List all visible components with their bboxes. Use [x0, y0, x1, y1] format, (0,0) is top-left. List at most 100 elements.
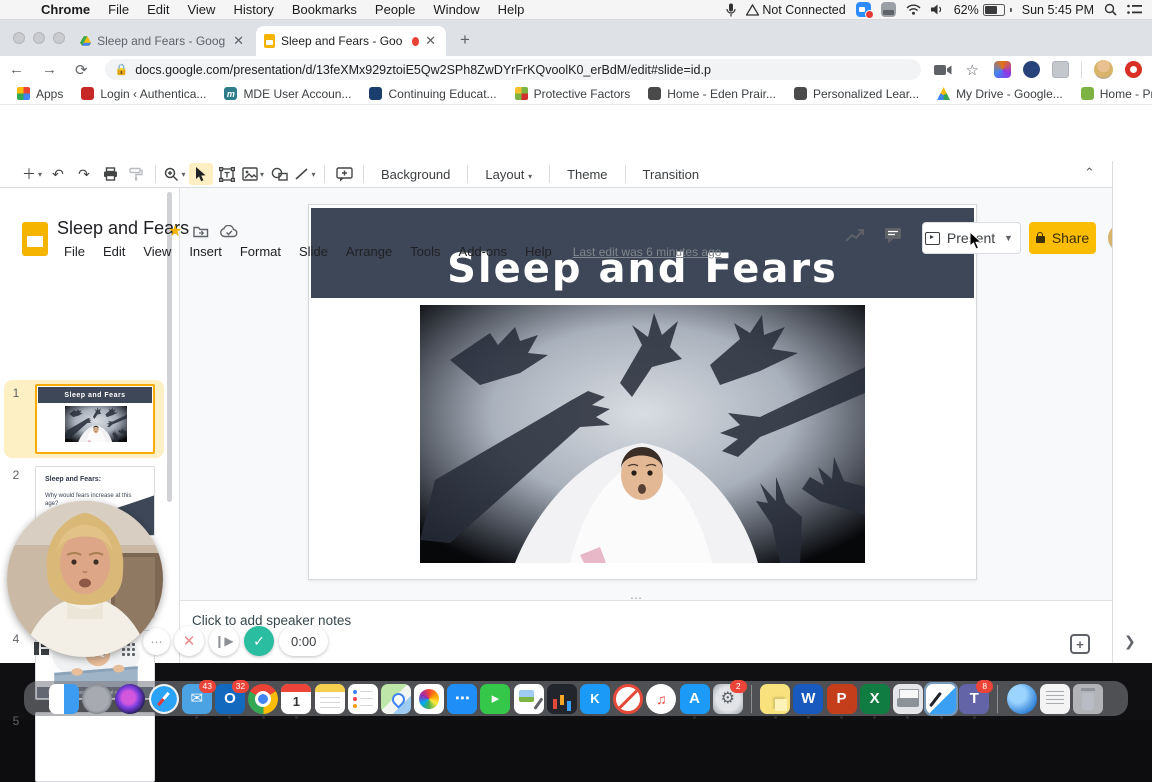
layout-button[interactable]: Layout ▾ [475, 167, 542, 182]
dock-keynote-icon[interactable]: K [580, 683, 610, 714]
slide-image-child-fears[interactable] [420, 305, 865, 563]
insert-comment-button[interactable] [332, 163, 356, 185]
app-menu-tools[interactable]: Tools [403, 243, 447, 260]
redo-button[interactable]: ↷ [72, 163, 96, 185]
bookmark-apps[interactable]: Apps [8, 87, 72, 101]
zoom-app-status-icon[interactable] [855, 2, 874, 19]
notification-center-icon[interactable] [1127, 4, 1142, 15]
more-options-button[interactable]: ⋯ [143, 628, 170, 655]
insert-image-button[interactable]: ▾ [241, 163, 265, 185]
app-menu-format[interactable]: Format [233, 243, 288, 260]
dock-calendar-icon[interactable]: 1 [281, 683, 312, 719]
background-button[interactable]: Background [371, 167, 460, 182]
dock-facetime-icon[interactable]: ▸ [480, 683, 511, 714]
window-close-button[interactable] [13, 32, 25, 44]
dock-archive-icon[interactable] [1039, 683, 1070, 714]
starred-icon[interactable]: ★ [168, 221, 182, 241]
tab-google-slides[interactable]: Sleep and Fears - Google S ✕ [256, 26, 446, 56]
bookmark-home-eden-prair[interactable]: Home - Eden Prair... [639, 87, 785, 101]
dock-mail-icon[interactable]: ✉ 43 [181, 679, 216, 719]
comment-history-icon[interactable] [884, 227, 904, 245]
bookmark-my-drive-google[interactable]: My Drive - Google... [928, 87, 1072, 101]
webcam-overlay[interactable] [7, 501, 163, 657]
app-menu-help[interactable]: Help [518, 243, 559, 260]
camera-capture-icon[interactable] [933, 64, 952, 76]
dock-trash-icon[interactable] [1073, 683, 1103, 714]
theme-button[interactable]: Theme [557, 167, 617, 182]
dock-finder-icon[interactable] [49, 683, 79, 714]
dock-charts-icon[interactable] [546, 683, 577, 714]
dock-powerpoint-icon[interactable]: P [826, 683, 857, 719]
spotlight-search-icon[interactable] [1104, 3, 1117, 16]
dock-printer-icon[interactable] [892, 683, 923, 719]
app-menu-edit[interactable]: Edit [96, 243, 132, 260]
slides-app-logo[interactable] [22, 222, 48, 256]
recording-cancel-button[interactable]: ✕ [174, 626, 204, 656]
app-menu-insert[interactable]: Insert [182, 243, 229, 260]
insert-shape-button[interactable] [267, 163, 291, 185]
app-menu-add-ons[interactable]: Add-ons [452, 243, 514, 260]
dock-outlook-icon[interactable]: O 32 [214, 679, 249, 719]
undo-button[interactable]: ↶ [46, 163, 70, 185]
current-slide[interactable]: Sleep and Fears [308, 204, 977, 580]
thumbnail-slide-1[interactable]: Sleep and Fears [35, 384, 155, 454]
side-panel-expand-chevron[interactable]: ❯ [1124, 633, 1136, 650]
bookmark-personalized-lear[interactable]: Personalized Lear... [785, 87, 928, 101]
forward-button[interactable]: → [33, 61, 66, 78]
recording-preview-button[interactable]: ❙▶ [209, 626, 239, 656]
insert-line-button[interactable]: ▾ [293, 163, 317, 185]
dock-teams-icon[interactable]: T 8 [959, 679, 994, 719]
present-dropdown-button[interactable]: ▼ [997, 222, 1021, 254]
browser-profile-avatar[interactable] [1094, 60, 1113, 79]
menu-clock[interactable]: Sun 5:45 PM [1022, 3, 1094, 17]
app-menu-slide[interactable]: Slide [292, 243, 335, 260]
recording-finish-button[interactable]: ✓ [244, 626, 274, 656]
speaker-notes-placeholder[interactable]: Click to add speaker notes [192, 613, 351, 628]
thumbnail-slide-5[interactable] [35, 712, 155, 782]
new-slide-button[interactable]: ＋ ▾ [20, 163, 44, 185]
dock-preview-icon[interactable] [513, 683, 544, 714]
window-zoom-button[interactable] [53, 32, 65, 44]
extension-blue-icon[interactable] [1023, 61, 1040, 78]
tab-google-drive[interactable]: Sleep and Fears - Google Driv ✕ [72, 26, 254, 56]
network-status[interactable]: Not Connected [746, 3, 846, 17]
collapse-toolbar-chevron[interactable]: ⌃ [1084, 165, 1095, 181]
app-menu-view[interactable]: View [136, 243, 178, 260]
dock-chrome-icon[interactable] [248, 683, 279, 719]
last-edit-link[interactable]: Last edit was 6 minutes ago [573, 243, 722, 260]
move-folder-icon[interactable] [193, 225, 209, 238]
tab-close-icon[interactable]: ✕ [231, 33, 246, 49]
bookmark-star-icon[interactable]: ☆ [957, 61, 988, 79]
dock-network-icon[interactable] [1006, 683, 1037, 714]
app-menu-file[interactable]: File [57, 243, 92, 260]
dock-screen-recorder-icon[interactable] [924, 681, 959, 719]
share-button[interactable]: Share [1029, 222, 1096, 254]
menu-app-name[interactable]: Chrome [32, 2, 99, 17]
extension-grid-icon[interactable] [1052, 61, 1069, 78]
select-tool-button[interactable] [189, 163, 213, 185]
dock-stickies-icon[interactable] [760, 683, 791, 719]
bookmark-protective-factors[interactable]: Protective Factors [506, 87, 640, 101]
dock-news-icon[interactable] [613, 683, 644, 714]
dock-excel-icon[interactable]: X [859, 683, 890, 719]
dock-word-icon[interactable]: W [793, 683, 824, 719]
battery-indicator[interactable]: 62% [954, 3, 1012, 17]
bookmark-mde-user-accoun[interactable]: m MDE User Accoun... [215, 87, 360, 101]
dock-app-store-icon[interactable]: A [679, 683, 710, 719]
text-box-button[interactable] [215, 163, 239, 185]
dock-launchpad-icon[interactable] [82, 683, 113, 714]
new-tab-button[interactable]: + [460, 30, 470, 50]
dock-reminders-icon[interactable] [347, 683, 378, 714]
wifi-icon[interactable] [906, 4, 921, 15]
tab-close-icon[interactable]: ✕ [423, 33, 438, 49]
extension-red-icon[interactable] [1125, 61, 1142, 78]
dock-siri-icon[interactable] [115, 683, 146, 714]
dock-maps-icon[interactable] [380, 683, 411, 714]
print-button[interactable] [98, 163, 122, 185]
microphone-icon[interactable] [726, 3, 736, 17]
extension-pinwheel-icon[interactable] [994, 61, 1011, 78]
dock-system-preferences-icon[interactable]: ⚙ 2 [712, 679, 747, 714]
transition-button[interactable]: Transition [633, 167, 710, 182]
explore-button[interactable]: + [1070, 634, 1090, 654]
volume-icon[interactable] [930, 4, 944, 15]
